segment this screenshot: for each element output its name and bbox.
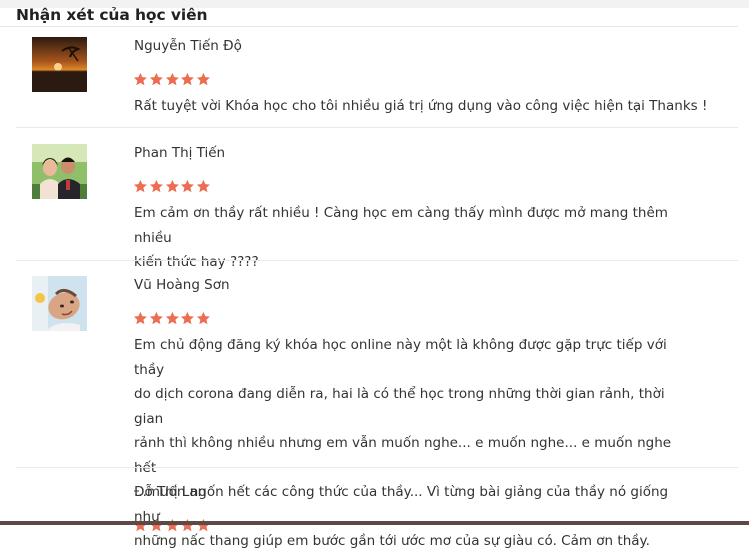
- man-photo-avatar: [32, 276, 87, 331]
- comment-line: Em cảm ơn thầy rất nhiều ! Càng học em c…: [134, 205, 668, 246]
- star-icon: [165, 311, 180, 326]
- star-icon: [196, 311, 211, 326]
- star-icon: [149, 72, 164, 87]
- review-comment: Rất tuyệt vời Khóa học cho tôi nhiều giá…: [134, 98, 708, 114]
- rating-stars: [133, 72, 211, 88]
- couple-photo-avatar: [32, 144, 87, 199]
- comment-line: những nấc thang giúp em bước gần tới ước…: [134, 533, 650, 549]
- review-divider: [16, 260, 738, 261]
- reviewer-name: Phan Thị Tiến: [134, 145, 226, 161]
- star-icon: [196, 72, 211, 87]
- star-icon: [196, 179, 211, 194]
- star-icon: [133, 72, 148, 87]
- star-icon: [133, 179, 148, 194]
- star-icon: [180, 72, 195, 87]
- star-icon: [133, 311, 148, 326]
- rating-stars: [133, 311, 211, 327]
- reviewer-name: Vũ Hoàng Sơn: [134, 277, 230, 293]
- star-icon: [165, 72, 180, 87]
- comment-line: do dịch corona đang diễn ra, hai là có t…: [134, 386, 665, 427]
- review-divider: [16, 127, 738, 128]
- comment-line: kiến thức hay ????: [134, 254, 259, 270]
- star-icon: [165, 179, 180, 194]
- scrollbar[interactable]: [738, 26, 749, 525]
- star-icon: [180, 311, 195, 326]
- reviewer-name: Đỗ Thị Lan: [134, 484, 207, 500]
- reviewer-name: Nguyễn Tiến Độ: [134, 38, 242, 54]
- star-icon: [149, 179, 164, 194]
- rating-stars: [133, 179, 211, 195]
- title-divider: [0, 26, 749, 27]
- comment-line: rảnh thì không nhiều nhưng em vẫn muốn n…: [134, 435, 672, 476]
- comment-line: Em chủ động đăng ký khóa học online này …: [134, 337, 667, 378]
- bottom-edge: [0, 521, 749, 525]
- sunset-photo-avatar: [32, 37, 87, 92]
- review-divider: [16, 467, 738, 468]
- star-icon: [149, 311, 164, 326]
- star-icon: [180, 179, 195, 194]
- section-title: Nhận xét của học viên: [16, 6, 208, 24]
- review-comment: Em cảm ơn thầy rất nhiều ! Càng học em c…: [134, 201, 694, 275]
